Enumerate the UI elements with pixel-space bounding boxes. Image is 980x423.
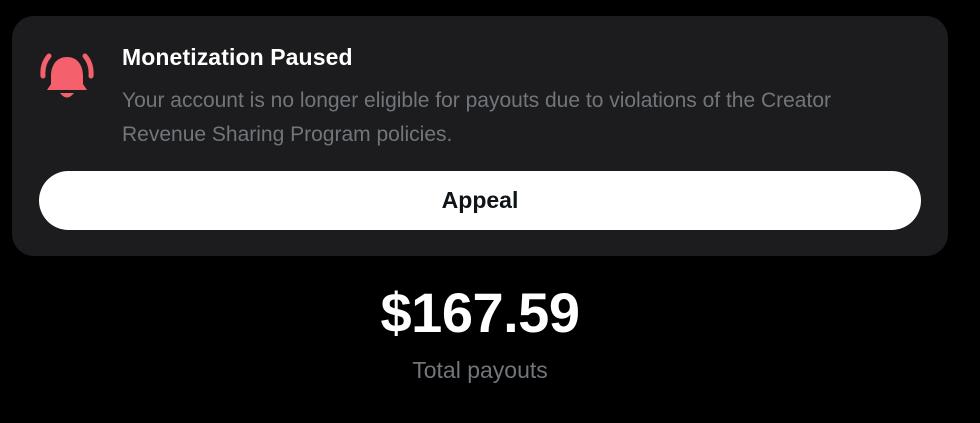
total-payouts-amount: $167.59	[380, 281, 580, 344]
bell-ringing-icon	[40, 52, 94, 102]
notice-title: Monetization Paused	[122, 44, 353, 70]
appeal-button[interactable]: Appeal	[39, 171, 921, 230]
monetization-notice-card: Monetization Paused Your account is no l…	[12, 16, 948, 256]
total-payouts-label: Total payouts	[412, 357, 548, 383]
notice-message: Your account is no longer eligible for p…	[122, 89, 831, 146]
